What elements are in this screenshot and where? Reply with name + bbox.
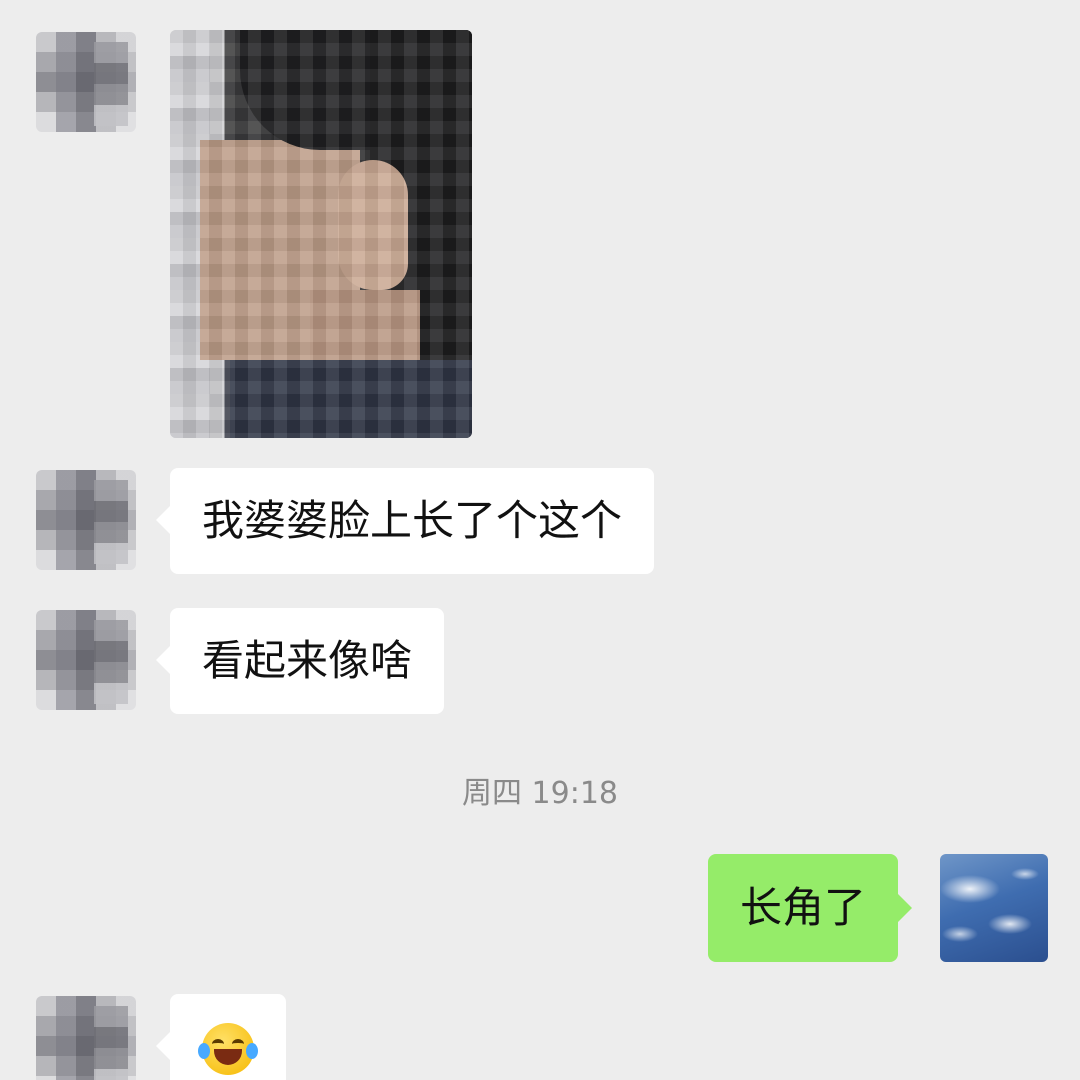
- contact-avatar[interactable]: [36, 996, 136, 1080]
- chat-screen: 我婆婆脸上长了个这个 看起来像啥 周四 19:18 长角了: [0, 0, 1080, 1080]
- my-avatar[interactable]: [940, 854, 1048, 962]
- contact-avatar[interactable]: [36, 470, 136, 570]
- contact-avatar[interactable]: [36, 32, 136, 132]
- chat-timestamp: 周四 19:18: [462, 776, 618, 811]
- contact-avatar[interactable]: [36, 610, 136, 710]
- incoming-message-bubble[interactable]: 看起来像啥: [155, 608, 445, 714]
- message-text: 看起来像啥: [202, 636, 413, 685]
- mosaic-overlay: [170, 30, 472, 438]
- tears-of-joy-emoji-icon: [198, 1023, 258, 1075]
- incoming-message-bubble[interactable]: 我婆婆脸上长了个这个: [155, 468, 655, 574]
- photo-message[interactable]: [170, 30, 472, 438]
- incoming-message-bubble[interactable]: [156, 994, 286, 1080]
- outgoing-message-bubble[interactable]: 长角了: [708, 854, 913, 962]
- message-text: 我婆婆脸上长了个这个: [202, 496, 623, 545]
- message-text: 长角了: [740, 883, 867, 932]
